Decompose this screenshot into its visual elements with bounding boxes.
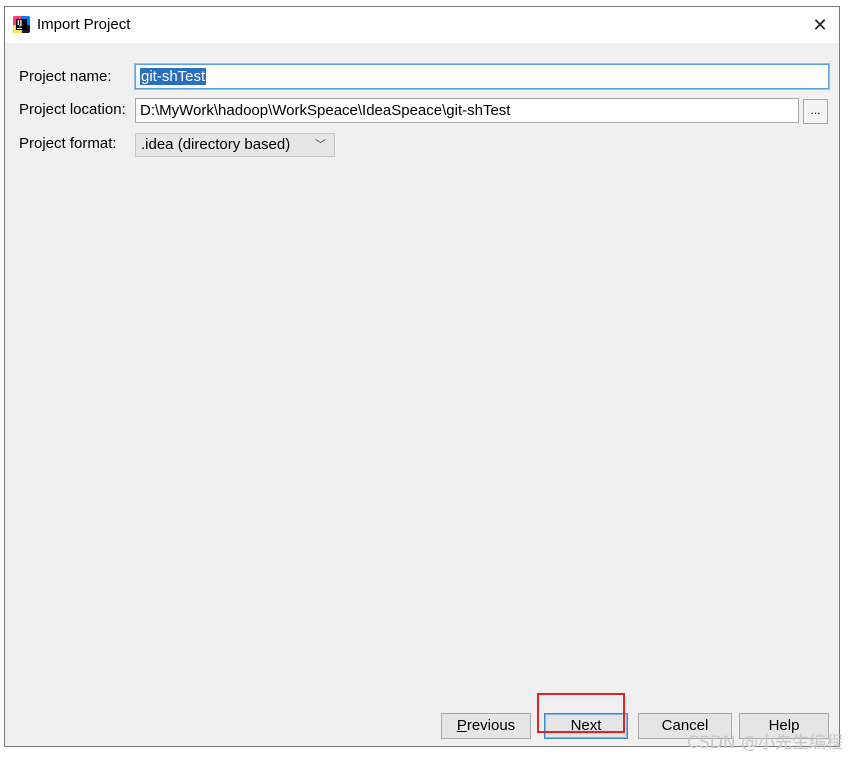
import-project-dialog: IJ Import Project ✕ Project name: git-sh…	[4, 6, 840, 747]
project-location-field[interactable]: D:\MyWork\hadoop\WorkSpeace\IdeaSpeace\g…	[135, 98, 799, 123]
title-bar: IJ Import Project ✕	[5, 7, 839, 43]
project-location-label: Project location:	[19, 101, 126, 118]
intellij-logo-icon: IJ	[13, 16, 30, 33]
dialog-title: Import Project	[37, 16, 131, 33]
project-format-select[interactable]: .idea (directory based) ﹀	[135, 133, 335, 157]
project-name-value: git-shTest	[140, 68, 207, 85]
previous-button[interactable]: Previous	[441, 713, 531, 739]
project-name-field[interactable]: git-shTest	[135, 64, 829, 89]
project-format-value: .idea (directory based)	[141, 136, 291, 153]
chevron-down-icon: ﹀	[315, 139, 326, 151]
watermark: CSDN @小先生编程	[687, 733, 843, 753]
browse-button[interactable]: ...	[803, 99, 828, 124]
close-icon[interactable]: ✕	[801, 7, 839, 43]
project-name-label: Project name:	[19, 68, 112, 85]
project-format-label: Project format:	[19, 135, 117, 152]
next-button[interactable]: Next	[544, 713, 628, 739]
